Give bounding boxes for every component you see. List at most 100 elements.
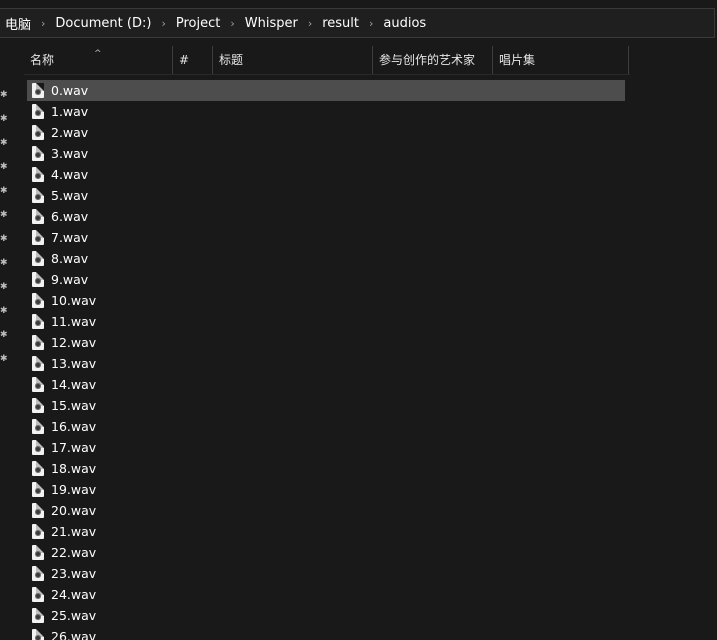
file-name: 9.wav	[51, 272, 89, 287]
audio-file-icon	[32, 188, 44, 203]
column-title-label: 标题	[219, 53, 244, 67]
column-header-title[interactable]: 标题	[213, 46, 373, 74]
audio-file-icon	[32, 209, 44, 224]
audio-file-icon	[32, 482, 44, 497]
chevron-right-icon[interactable]: ›	[155, 17, 171, 30]
audio-file-icon	[32, 377, 44, 392]
audio-file-icon	[32, 356, 44, 371]
breadcrumb-this-pc[interactable]: 电脑	[1, 14, 35, 33]
audio-file-icon	[32, 167, 44, 182]
pin-icon[interactable]: ✱	[0, 162, 10, 172]
audio-file-icon	[32, 83, 44, 98]
column-header-name[interactable]: 名称 ^	[24, 46, 173, 74]
audio-file-icon	[32, 629, 44, 640]
file-name: 19.wav	[51, 482, 97, 497]
chevron-right-icon[interactable]: ›	[302, 17, 318, 30]
file-row[interactable]: 19.wav	[27, 479, 625, 500]
pin-icon[interactable]: ✱	[0, 282, 10, 292]
audio-file-icon	[32, 335, 44, 350]
pin-icon[interactable]: ✱	[0, 114, 10, 124]
file-name: 24.wav	[51, 587, 97, 602]
file-name: 21.wav	[51, 524, 97, 539]
file-row[interactable]: 20.wav	[27, 500, 625, 521]
audio-file-icon	[32, 146, 44, 161]
file-row[interactable]: 7.wav	[27, 227, 625, 248]
column-header-number[interactable]: #	[173, 46, 213, 74]
pin-icon[interactable]: ✱	[0, 90, 10, 100]
chevron-right-icon[interactable]: ›	[35, 17, 51, 30]
pin-icon[interactable]: ✱	[0, 354, 10, 364]
file-row[interactable]: 5.wav	[27, 185, 625, 206]
file-name: 16.wav	[51, 419, 97, 434]
file-row[interactable]: 16.wav	[27, 416, 625, 437]
pin-icon[interactable]: ✱	[0, 258, 10, 268]
file-name: 14.wav	[51, 377, 97, 392]
audio-file-icon	[32, 125, 44, 140]
column-artist-label: 参与创作的艺术家	[379, 53, 476, 67]
file-row[interactable]: 3.wav	[27, 143, 625, 164]
file-name: 2.wav	[51, 125, 89, 140]
file-row[interactable]: 24.wav	[27, 584, 625, 605]
breadcrumb-audios[interactable]: audios	[379, 16, 430, 31]
file-name: 25.wav	[51, 608, 97, 623]
file-name: 13.wav	[51, 356, 97, 371]
column-header-artist[interactable]: 参与创作的艺术家	[373, 46, 493, 74]
file-name: 5.wav	[51, 188, 89, 203]
file-row[interactable]: 2.wav	[27, 122, 625, 143]
pin-icon[interactable]: ✱	[0, 138, 10, 148]
pin-icon[interactable]: ✱	[0, 186, 10, 196]
audio-file-icon	[32, 566, 44, 581]
file-name: 15.wav	[51, 398, 97, 413]
file-row[interactable]: 10.wav	[27, 290, 625, 311]
file-row[interactable]: 0.wav	[27, 80, 625, 101]
file-row[interactable]: 14.wav	[27, 374, 625, 395]
file-row[interactable]: 8.wav	[27, 248, 625, 269]
file-row[interactable]: 1.wav	[27, 101, 625, 122]
file-row[interactable]: 21.wav	[27, 521, 625, 542]
file-row[interactable]: 9.wav	[27, 269, 625, 290]
pin-icon[interactable]: ✱	[0, 210, 10, 220]
audio-file-icon	[32, 419, 44, 434]
audio-file-icon	[32, 293, 44, 308]
file-row[interactable]: 6.wav	[27, 206, 625, 227]
breadcrumb-document-drive[interactable]: Document (D:)	[51, 16, 155, 31]
file-name: 18.wav	[51, 461, 97, 476]
file-row[interactable]: 11.wav	[27, 311, 625, 332]
file-row[interactable]: 15.wav	[27, 395, 625, 416]
pin-icon[interactable]: ✱	[0, 234, 10, 244]
file-row[interactable]: 4.wav	[27, 164, 625, 185]
breadcrumb[interactable]: 电脑 › Document (D:) › Project › Whisper ›…	[0, 8, 715, 38]
audio-file-icon	[32, 272, 44, 287]
file-name: 17.wav	[51, 440, 97, 455]
audio-file-icon	[32, 524, 44, 539]
file-row[interactable]: 26.wav	[27, 626, 625, 640]
file-row[interactable]: 12.wav	[27, 332, 625, 353]
file-list: 0.wav 1.wav 2.wav 3.wav 4.wav 5.wav 6.wav 7.wav…	[27, 80, 625, 640]
breadcrumb-project[interactable]: Project	[172, 16, 224, 31]
audio-file-icon	[32, 398, 44, 413]
file-name: 26.wav	[51, 629, 97, 640]
pin-icon[interactable]: ✱	[0, 306, 10, 316]
breadcrumb-whisper[interactable]: Whisper	[241, 16, 302, 31]
file-row[interactable]: 13.wav	[27, 353, 625, 374]
pin-icon[interactable]: ✱	[0, 330, 10, 340]
chevron-right-icon[interactable]: ›	[224, 17, 240, 30]
file-name: 10.wav	[51, 293, 97, 308]
audio-file-icon	[32, 461, 44, 476]
file-name: 23.wav	[51, 566, 97, 581]
column-album-label: 唱片集	[499, 53, 536, 67]
header-divider	[24, 74, 630, 75]
file-row[interactable]: 23.wav	[27, 563, 625, 584]
audio-file-icon	[32, 587, 44, 602]
file-name: 20.wav	[51, 503, 97, 518]
file-row[interactable]: 22.wav	[27, 542, 625, 563]
file-name: 3.wav	[51, 146, 89, 161]
chevron-right-icon[interactable]: ›	[363, 17, 379, 30]
column-header-album[interactable]: 唱片集	[493, 46, 629, 74]
file-name: 4.wav	[51, 167, 89, 182]
file-row[interactable]: 17.wav	[27, 437, 625, 458]
file-row[interactable]: 25.wav	[27, 605, 625, 626]
file-row[interactable]: 18.wav	[27, 458, 625, 479]
audio-file-icon	[32, 440, 44, 455]
breadcrumb-result[interactable]: result	[318, 16, 363, 31]
